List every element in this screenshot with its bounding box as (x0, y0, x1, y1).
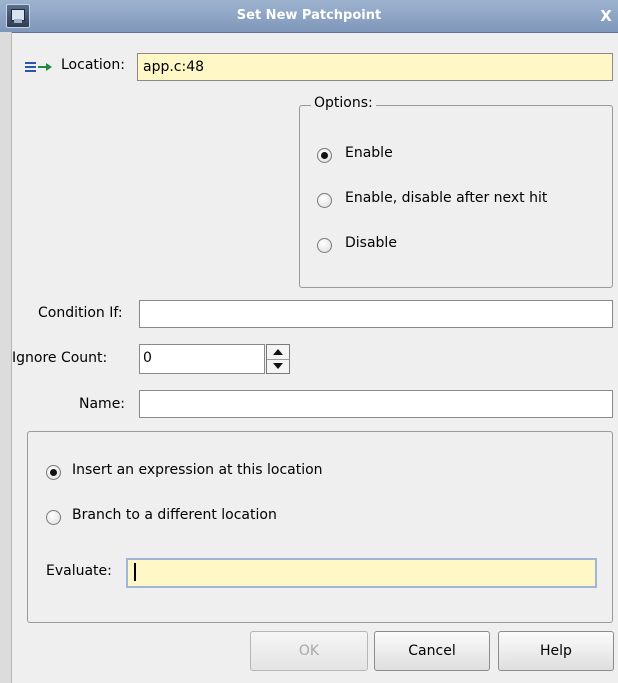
name-label: Name: (79, 396, 126, 412)
window-left-edge (0, 32, 12, 683)
ignore-count-input[interactable]: 0 (139, 344, 265, 374)
help-button[interactable]: Help (498, 631, 614, 671)
options-legend: Options: (311, 95, 376, 111)
title-bar: Set New Patchpoint X (0, 0, 618, 33)
insert-expression-label: Insert an expression at this location (72, 462, 323, 478)
location-label: Location: (61, 57, 125, 73)
name-input[interactable] (139, 390, 613, 418)
enable-disable-after-hit-label: Enable, disable after next hit (345, 190, 548, 206)
text-cursor (134, 563, 136, 581)
evaluate-label: Evaluate: (46, 563, 112, 579)
ok-button[interactable]: OK (250, 631, 368, 671)
cancel-button[interactable]: Cancel (374, 631, 490, 671)
arrow-location-icon (25, 62, 52, 72)
disable-radio-label: Disable (345, 235, 397, 251)
disable-radio[interactable] (317, 238, 332, 253)
enable-disable-after-hit-radio[interactable] (317, 193, 332, 208)
ignore-count-stepper (266, 344, 290, 374)
action-group (27, 431, 613, 623)
chevron-down-icon (273, 363, 283, 369)
chevron-up-icon (273, 349, 283, 355)
condition-label: Condition If: (38, 305, 123, 321)
branch-location-radio[interactable] (46, 510, 61, 525)
enable-radio-label: Enable (345, 145, 393, 161)
stepper-up-button[interactable] (267, 345, 289, 360)
close-icon[interactable]: X (596, 0, 616, 32)
stepper-down-button[interactable] (267, 359, 289, 373)
insert-expression-radio[interactable] (46, 465, 61, 480)
condition-input[interactable] (139, 300, 613, 328)
evaluate-input[interactable] (126, 558, 597, 588)
window-title: Set New Patchpoint (236, 8, 382, 23)
branch-location-label: Branch to a different location (72, 507, 277, 523)
ignore-count-label: Ignore Count: (12, 350, 108, 366)
location-input[interactable]: app.c:48 (137, 53, 613, 81)
enable-radio[interactable] (317, 148, 332, 163)
